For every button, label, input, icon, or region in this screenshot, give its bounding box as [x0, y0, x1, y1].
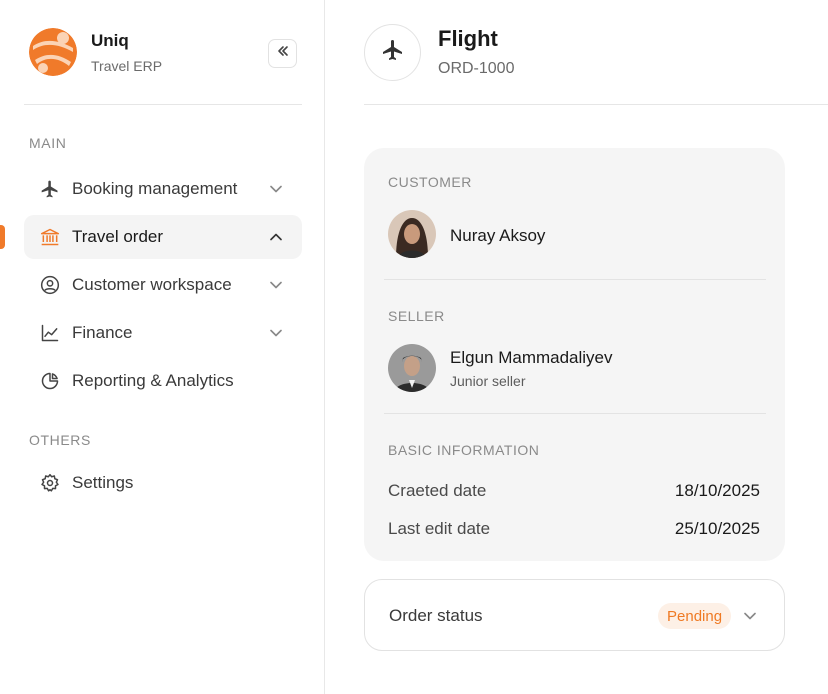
bank-icon: [40, 227, 60, 247]
order-status-dropdown[interactable]: Order status Pending: [364, 579, 785, 651]
flight-avatar: [364, 24, 421, 81]
plane-icon: [381, 38, 405, 67]
card-divider: [384, 413, 766, 414]
order-status-label: Order status: [389, 606, 483, 625]
brand-logo: [29, 28, 77, 76]
created-date-label: Craeted date: [388, 481, 487, 500]
customer-name: Nuray Aksoy: [450, 226, 546, 245]
sidebar-item-label: Travel order: [72, 227, 164, 246]
last-edit-date-value: 25/10/2025: [674, 519, 760, 538]
section-label-others: OTHERS: [29, 432, 91, 448]
sidebar-item-label: Customer workspace: [72, 275, 232, 294]
customer-avatar[interactable]: [388, 210, 436, 258]
sidebar-item-booking-management[interactable]: Booking management: [24, 167, 302, 211]
chevron-up-icon: [270, 231, 282, 243]
active-indicator: [0, 225, 5, 249]
chevron-down-icon: [270, 279, 282, 291]
card-divider: [384, 279, 766, 280]
seller-section-label: SELLER: [388, 308, 445, 324]
created-date-value: 18/10/2025: [674, 481, 760, 500]
gear-icon: [40, 473, 60, 493]
order-details-card: CUSTOMER Nuray Aksoy SELLER Elgun Mammad…: [364, 148, 785, 561]
brand-name: Uniq: [91, 30, 129, 50]
status-badge: Pending: [658, 603, 732, 629]
pie-chart-icon: [40, 371, 60, 391]
seller-avatar[interactable]: [388, 344, 436, 392]
sidebar-item-settings[interactable]: Settings: [24, 461, 302, 505]
chevron-down-icon: [270, 183, 282, 195]
sidebar-item-customer-workspace[interactable]: Customer workspace: [24, 263, 302, 307]
plane-icon: [40, 179, 60, 199]
brand-subtitle: Travel ERP: [91, 57, 163, 74]
sidebar-item-label: Booking management: [72, 179, 238, 198]
user-circle-icon: [40, 275, 60, 295]
customer-section-label: CUSTOMER: [388, 174, 472, 190]
order-id: ORD-1000: [438, 60, 515, 77]
chevron-down-icon: [270, 327, 282, 339]
chevron-down-icon[interactable]: [743, 610, 757, 622]
header-divider: [364, 104, 828, 105]
sidebar-item-label: Finance: [72, 323, 133, 342]
section-label-main: MAIN: [29, 135, 67, 151]
seller-role: Junior seller: [450, 373, 526, 389]
brand: Uniq Travel ERP: [29, 28, 162, 76]
page-title: Flight: [438, 26, 498, 51]
chart-line-icon: [40, 323, 60, 343]
sidebar-item-label: Reporting & Analytics: [72, 371, 234, 390]
sidebar-item-label: Settings: [72, 473, 134, 492]
sidebar-item-finance[interactable]: Finance: [24, 311, 302, 355]
sidebar-divider: [24, 104, 302, 105]
sidebar: Uniq Travel ERP MAIN Booking management: [0, 0, 325, 694]
sidebar-item-travel-order[interactable]: Travel order: [24, 215, 302, 259]
app-root: Uniq Travel ERP MAIN Booking management: [0, 0, 828, 694]
collapse-sidebar-button[interactable]: [268, 39, 297, 68]
sidebar-item-reporting-analytics[interactable]: Reporting & Analytics: [24, 359, 302, 403]
double-chevron-left-icon: [276, 44, 290, 63]
basic-info-section-label: BASIC INFORMATION: [388, 442, 540, 458]
last-edit-date-label: Last edit date: [388, 519, 491, 538]
seller-name: Elgun Mammadaliyev: [450, 348, 613, 367]
